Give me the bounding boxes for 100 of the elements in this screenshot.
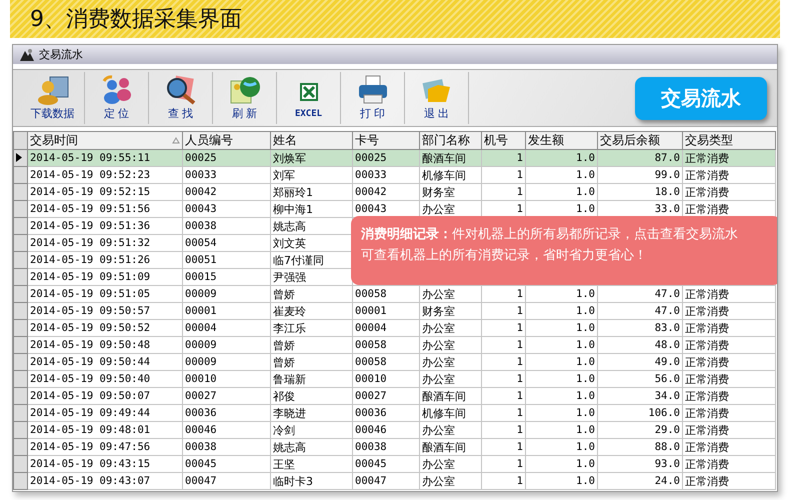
table-cell: 酿酒车间 [420,150,482,166]
table-cell: 00058 [352,354,420,370]
table-cell: 00009 [182,354,270,370]
table-cell: 李江乐 [270,320,352,336]
table-cell: 2014-05-19 09:49:44 [28,404,182,422]
toolbar-button[interactable]: 下载数据 [21,72,85,124]
table-cell: 29.0 [598,422,682,438]
table-cell: 1.0 [526,422,598,438]
table-cell: 00009 [182,336,270,354]
table-cell: 1 [482,150,526,166]
table-cell: 曾娇 [270,336,352,354]
toolbar-button[interactable]: 查 找 [149,72,213,124]
table-cell: 00004 [352,320,420,336]
table-cell: 00033 [352,166,420,184]
column-header[interactable]: 人员编号 [182,132,270,150]
table-cell: 1 [482,166,526,184]
table-cell: 1.0 [526,370,598,388]
table-cell: 00009 [182,286,270,302]
title-badge: 交易流水 [635,76,767,120]
window-title: 交易流水 [39,47,83,62]
table-cell: 00043 [182,200,270,218]
table-cell: 办公室 [420,456,482,472]
table-cell: 正常消费 [682,456,776,472]
table-cell: 刘军 [270,166,352,184]
user-icon [36,75,70,105]
table-cell: 酿酒车间 [420,438,482,456]
table-cell: 2014-05-19 09:47:56 [28,438,182,456]
table-cell: 刘焕军 [270,150,352,166]
table-cell: 曾娇 [270,286,352,302]
column-header[interactable]: 部门名称 [420,132,482,150]
column-header[interactable]: 交易后余额 [598,132,682,150]
table-cell: 18.0 [598,184,682,200]
table-cell: 00033 [182,166,270,184]
table-cell: 106.0 [598,404,682,422]
table-cell: 正常消费 [682,336,776,354]
table-cell: 王坚 [270,456,352,472]
app-icon [19,48,35,62]
table-cell: 2014-05-19 09:51:26 [28,252,182,268]
table-cell: 2014-05-19 09:50:48 [28,336,182,354]
table-cell: 1.0 [526,302,598,320]
globe-icon [228,75,262,105]
table-cell: 1.0 [526,456,598,472]
table-cell: 1.0 [526,438,598,456]
table-cell: 2014-05-19 09:50:57 [28,302,182,320]
table-cell: 祁俊 [270,388,352,404]
table-cell: 正常消费 [682,302,776,320]
table-cell: 姚志高 [270,438,352,456]
table-cell: 1 [482,438,526,456]
table-cell: 00001 [352,302,420,320]
column-header[interactable]: 姓名 [270,132,352,150]
table-cell: 正常消费 [682,320,776,336]
row-selector[interactable] [14,150,28,166]
table-cell: 1 [482,320,526,336]
toolbar-button[interactable]: 刷 新 [213,72,277,124]
column-header[interactable]: 发生额 [526,132,598,150]
column-header[interactable]: 交易时间 [28,132,182,150]
column-header[interactable]: 交易类型 [682,132,776,150]
table-cell: 机修车间 [420,404,482,422]
callout-note: 消费明细记录：件对机器上的所有易都所记录，点击查看交易流水可查看机器上的所有消费记录，省时省力更省心！ [351,216,777,285]
table-cell: 2014-05-19 09:50:07 [28,388,182,404]
toolbar-button[interactable]: EXCEL [277,72,341,124]
table-cell: 1 [482,336,526,354]
table-cell: 48.0 [598,336,682,354]
table-cell: 办公室 [420,336,482,354]
table-cell: 93.0 [598,456,682,472]
table-cell: 00047 [182,472,270,490]
table-cell: 正常消费 [682,438,776,456]
users-icon [100,75,134,105]
table-cell: 1.0 [526,336,598,354]
toolbar-button[interactable]: 定 位 [85,72,149,124]
table-cell: 00045 [182,456,270,472]
corner-cell [14,132,28,150]
table-cell: 1.0 [526,472,598,490]
table-cell: 财务室 [420,302,482,320]
table-cell: 00010 [182,370,270,388]
column-header[interactable]: 机号 [482,132,526,150]
table-cell: 2014-05-19 09:50:40 [28,370,182,388]
table-cell: 2014-05-19 09:51:32 [28,234,182,252]
table-cell: 正常消费 [682,150,776,166]
table-cell: 办公室 [420,320,482,336]
table-cell: 2014-05-19 09:50:44 [28,354,182,370]
table-cell: 正常消费 [682,404,776,422]
table-cell: 2014-05-19 09:52:23 [28,166,182,184]
table-cell: 1.0 [526,184,598,200]
table-cell: 00025 [182,150,270,166]
table-cell: 正常消费 [682,388,776,404]
toolbar-button[interactable]: 打 印 [341,72,405,124]
table-cell: 00042 [182,184,270,200]
table-cell: 88.0 [598,438,682,456]
table-cell: 办公室 [420,354,482,370]
table-cell: 00042 [352,184,420,200]
sort-icon [172,137,180,144]
table-cell: 00045 [352,456,420,472]
toolbar-button[interactable]: 退 出 [405,72,469,124]
table-cell: 崔麦玲 [270,302,352,320]
table-cell: 2014-05-19 09:51:56 [28,200,182,218]
column-header[interactable]: 卡号 [352,132,420,150]
table-cell: 正常消费 [682,166,776,184]
table-cell: 柳中海1 [270,200,352,218]
table-cell: 1.0 [526,404,598,422]
